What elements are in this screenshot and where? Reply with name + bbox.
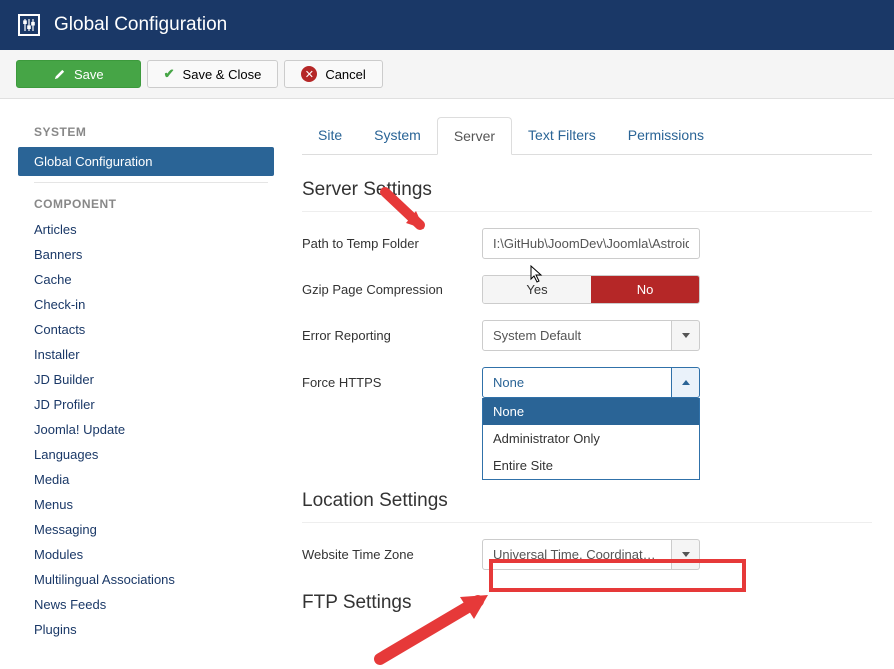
main-content: SiteSystemServerText FiltersPermissions …: [280, 99, 894, 658]
option-admin-only[interactable]: Administrator Only: [483, 425, 699, 452]
option-entire-site[interactable]: Entire Site: [483, 452, 699, 479]
sidebar-heading-system: SYSTEM: [18, 117, 280, 145]
sidebar-item-banners[interactable]: Banners: [18, 242, 280, 267]
label-temp-folder: Path to Temp Folder: [302, 236, 482, 251]
sidebar: SYSTEM Global Configuration COMPONENT Ar…: [0, 99, 280, 658]
sidebar-item-plugins[interactable]: Plugins: [18, 617, 280, 642]
option-none[interactable]: None: [483, 398, 699, 425]
sidebar-item-news-feeds[interactable]: News Feeds: [18, 592, 280, 617]
sidebar-item-articles[interactable]: Articles: [18, 217, 280, 242]
section-location-settings: Location Settings: [302, 484, 872, 523]
save-button[interactable]: Save: [16, 60, 141, 88]
sidebar-item-global-config[interactable]: Global Configuration: [18, 147, 274, 176]
check-icon: ✔: [164, 66, 175, 82]
sidebar-item-multilingual-associations[interactable]: Multilingual Associations: [18, 567, 280, 592]
label-force-https: Force HTTPS: [302, 375, 482, 390]
sidebar-item-messaging[interactable]: Messaging: [18, 517, 280, 542]
sidebar-item-cache[interactable]: Cache: [18, 267, 280, 292]
sidebar-item-menus[interactable]: Menus: [18, 492, 280, 517]
save-close-button[interactable]: ✔ Save & Close: [147, 60, 279, 88]
config-icon: [18, 14, 40, 36]
input-temp-folder[interactable]: [482, 228, 700, 259]
section-server-settings: Server Settings: [302, 173, 872, 212]
sidebar-item-languages[interactable]: Languages: [18, 442, 280, 467]
dropdown-error-reporting[interactable]: System Default: [482, 320, 700, 351]
dropdown-force-https-list: None Administrator Only Entire Site: [482, 398, 700, 480]
dropdown-timezone[interactable]: Universal Time, Coordinated …: [482, 539, 700, 570]
sidebar-item-joomla-update[interactable]: Joomla! Update: [18, 417, 280, 442]
label-error-reporting: Error Reporting: [302, 328, 482, 343]
label-gzip: Gzip Page Compression: [302, 282, 482, 297]
close-icon: ✕: [301, 66, 317, 82]
sidebar-item-check-in[interactable]: Check-in: [18, 292, 280, 317]
tab-server[interactable]: Server: [437, 117, 512, 155]
tab-bar: SiteSystemServerText FiltersPermissions: [302, 117, 872, 155]
tab-system[interactable]: System: [358, 117, 437, 154]
action-toolbar: Save ✔ Save & Close ✕ Cancel: [0, 50, 894, 99]
chevron-down-icon[interactable]: [672, 539, 700, 570]
chevron-down-icon[interactable]: [672, 320, 700, 351]
page-title: Global Configuration: [54, 14, 227, 36]
tab-site[interactable]: Site: [302, 117, 358, 154]
divider: [34, 182, 268, 183]
toggle-gzip-yes[interactable]: Yes: [483, 276, 591, 303]
tab-text-filters[interactable]: Text Filters: [512, 117, 612, 154]
sidebar-item-media[interactable]: Media: [18, 467, 280, 492]
sidebar-item-contacts[interactable]: Contacts: [18, 317, 280, 342]
section-ftp-settings: FTP Settings: [302, 586, 872, 624]
chevron-up-icon[interactable]: [672, 367, 700, 398]
sidebar-item-jd-profiler[interactable]: JD Profiler: [18, 392, 280, 417]
tab-permissions[interactable]: Permissions: [612, 117, 720, 154]
sidebar-item-installer[interactable]: Installer: [18, 342, 280, 367]
label-timezone: Website Time Zone: [302, 547, 482, 562]
sidebar-item-modules[interactable]: Modules: [18, 542, 280, 567]
app-header: Global Configuration: [0, 0, 894, 50]
toggle-gzip: Yes No: [482, 275, 700, 304]
dropdown-force-https[interactable]: None: [482, 367, 700, 398]
sidebar-item-jd-builder[interactable]: JD Builder: [18, 367, 280, 392]
toggle-gzip-no[interactable]: No: [591, 276, 699, 303]
pencil-icon: [53, 68, 66, 81]
sidebar-heading-component: COMPONENT: [18, 189, 280, 217]
cancel-button[interactable]: ✕ Cancel: [284, 60, 382, 88]
